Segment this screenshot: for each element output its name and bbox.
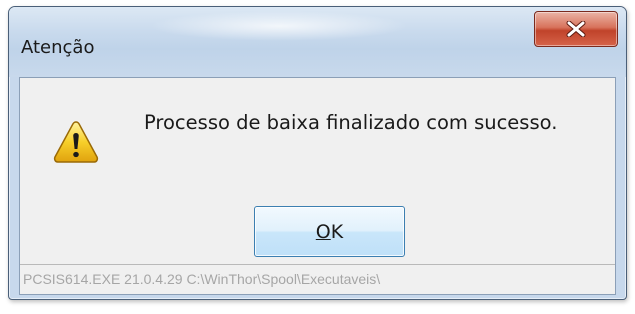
- dialog-title: Atenção: [21, 37, 95, 58]
- ok-button-accelerator: O: [315, 220, 331, 243]
- close-button[interactable]: [534, 11, 618, 47]
- warning-triangle-icon: [53, 121, 99, 163]
- ok-button-label: K: [330, 220, 344, 243]
- title-bar-glare: [149, 11, 409, 41]
- dialog-body: Processo de baixa finalizado com sucesso…: [19, 77, 616, 295]
- title-bar[interactable]: Atenção: [9, 7, 626, 77]
- dialog-window: Atenção Processo de baixa finalizado com…: [8, 6, 627, 300]
- close-x-icon: [566, 21, 586, 37]
- ok-button[interactable]: OK: [254, 206, 405, 257]
- status-bar-text: PCSIS614.EXE 21.0.4.29 C:\WinThor\Spool\…: [23, 271, 381, 287]
- status-bar: PCSIS614.EXE 21.0.4.29 C:\WinThor\Spool\…: [20, 264, 615, 294]
- dialog-message: Processo de baixa finalizado com sucesso…: [144, 111, 558, 134]
